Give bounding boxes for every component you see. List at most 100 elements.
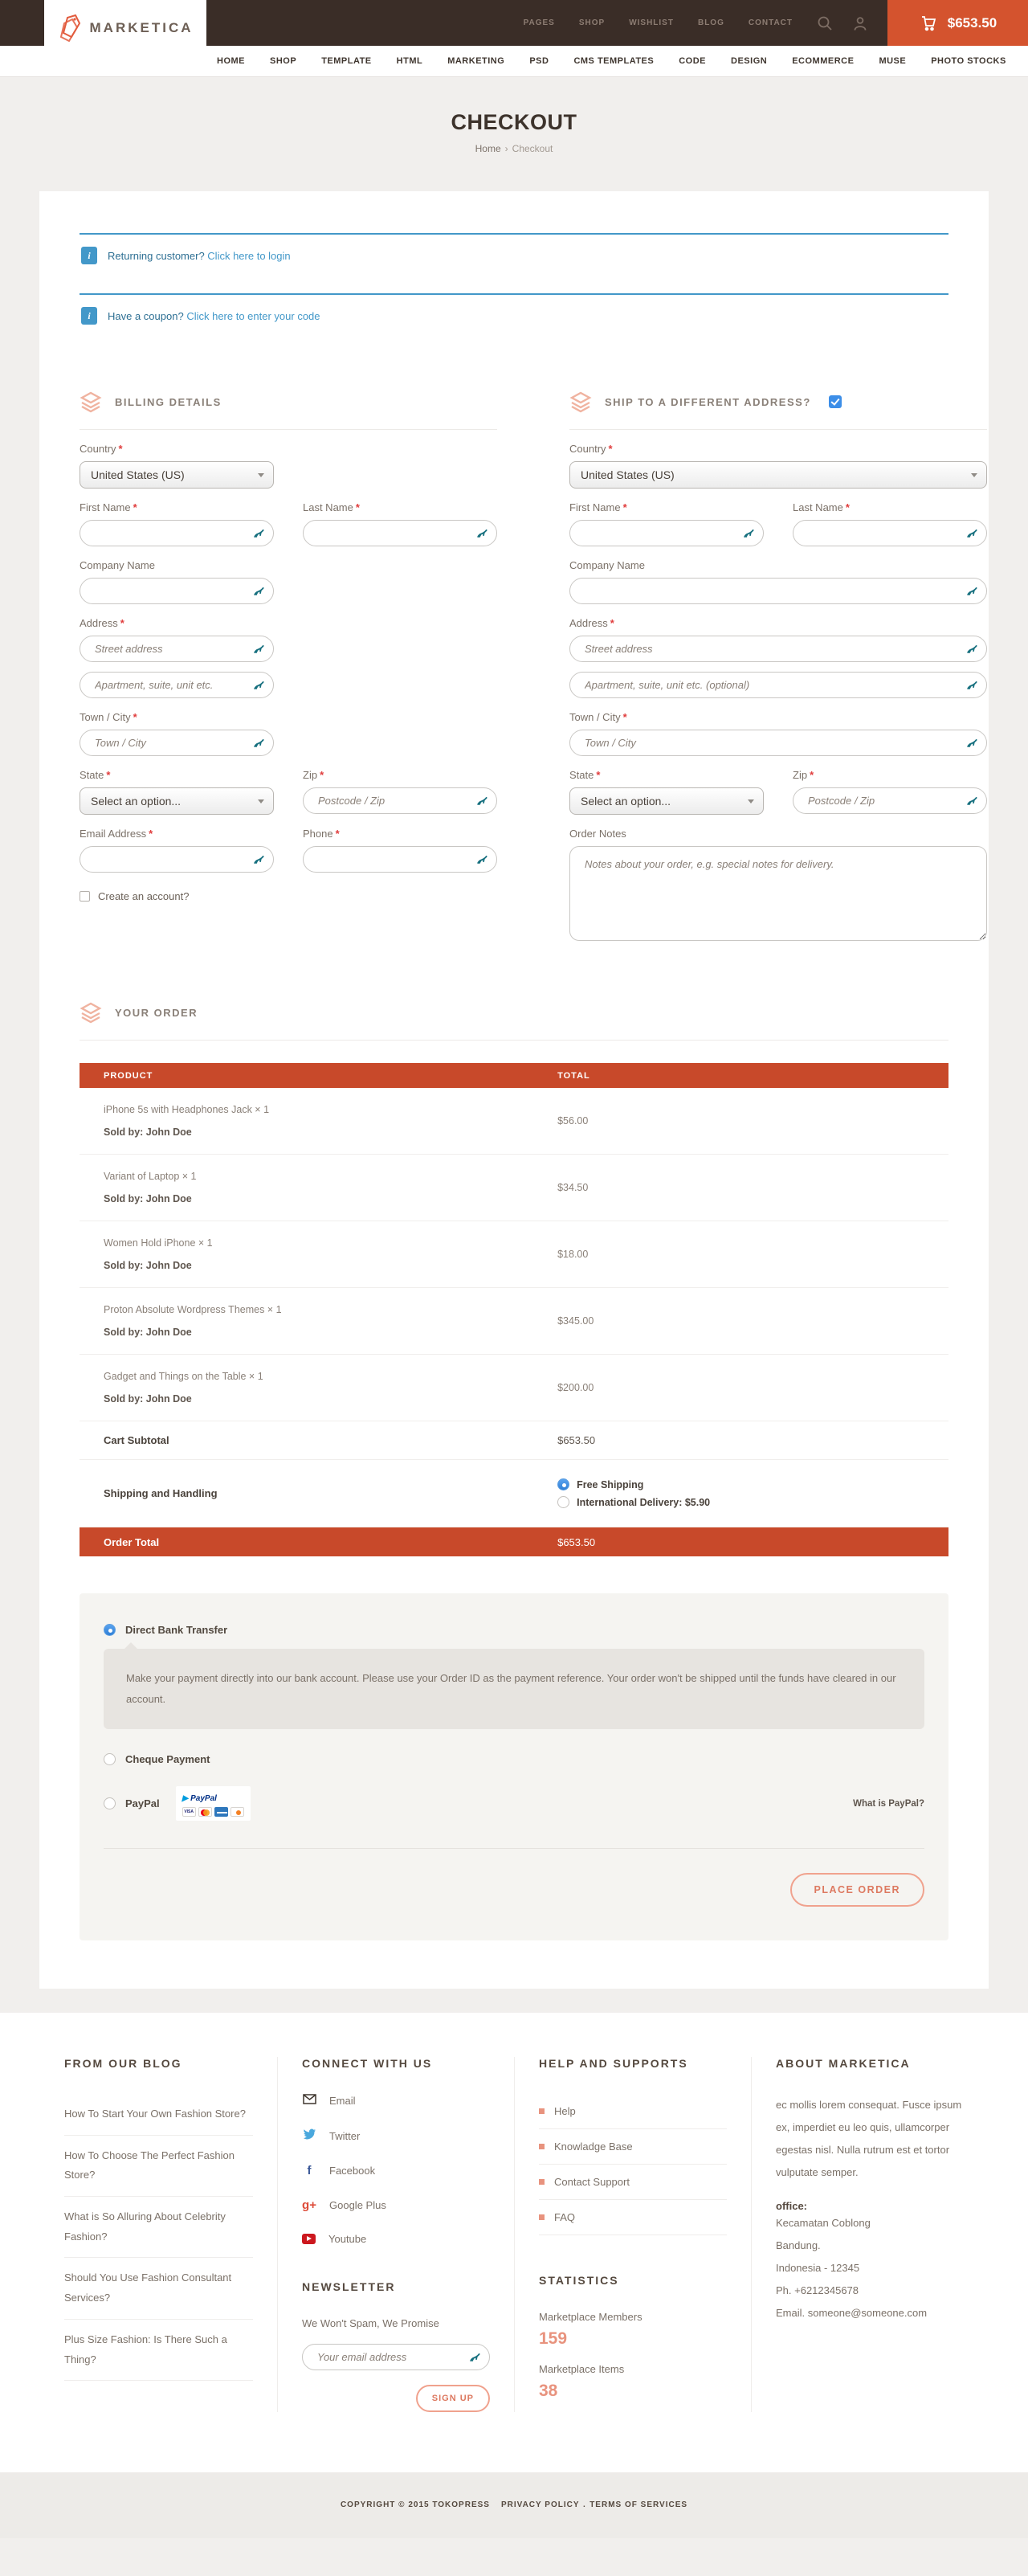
signup-button[interactable]: SIGN UP: [416, 2385, 490, 2412]
blog-post-link[interactable]: How To Choose The Perfect Fashion Store?: [64, 2136, 253, 2197]
radio-unselected-icon[interactable]: [104, 1753, 116, 1765]
blog-post-link[interactable]: Plus Size Fashion: Is There Such a Thing…: [64, 2320, 253, 2381]
shipping-street-address-input[interactable]: [569, 636, 987, 662]
autofill-icon[interactable]: [966, 527, 978, 539]
product-name[interactable]: Proton Absolute Wordpress Themes × 1: [104, 1304, 557, 1315]
payment-method-cheque[interactable]: Cheque Payment: [104, 1753, 924, 1765]
autofill-icon[interactable]: [253, 527, 265, 539]
autofill-icon[interactable]: [966, 679, 978, 691]
autofill-icon[interactable]: [469, 2351, 481, 2363]
shipping-town-input[interactable]: [569, 730, 987, 756]
billing-phone-input[interactable]: [303, 846, 497, 873]
social-link-google-plus[interactable]: g+ Google Plus: [302, 2198, 490, 2212]
billing-zip-input[interactable]: [303, 787, 497, 814]
product-name[interactable]: Women Hold iPhone × 1: [104, 1237, 557, 1249]
order-notes-textarea[interactable]: [569, 846, 987, 941]
cart-button[interactable]: $653.50: [887, 0, 1028, 46]
topbar-link-contact[interactable]: CONTACT: [749, 18, 793, 27]
nav-item-design[interactable]: DESIGN: [731, 56, 767, 66]
shipping-first-name-input[interactable]: [569, 520, 764, 546]
checkbox-unchecked-icon[interactable]: [80, 891, 90, 902]
billing-country-select[interactable]: United States (US): [80, 461, 274, 489]
shipping-company-input[interactable]: [569, 578, 987, 604]
product-name[interactable]: iPhone 5s with Headphones Jack × 1: [104, 1104, 557, 1115]
nav-item-shop[interactable]: SHOP: [270, 56, 296, 66]
social-link-youtube[interactable]: Youtube: [302, 2233, 490, 2245]
shipping-zip-input[interactable]: [793, 787, 987, 814]
breadcrumb-home-link[interactable]: Home: [475, 143, 501, 154]
blog-post-link[interactable]: What is So Alluring About Celebrity Fash…: [64, 2197, 253, 2258]
social-link-email[interactable]: Email: [302, 2094, 490, 2108]
nav-item-cms-templates[interactable]: CMS TEMPLATES: [573, 56, 654, 66]
payment-method-paypal[interactable]: PayPal ▶ PayPal VISA What is PayPal?: [104, 1786, 924, 1821]
login-link[interactable]: Click here to login: [207, 250, 290, 262]
create-account-checkbox[interactable]: Create an account?: [80, 890, 497, 902]
billing-address2-input[interactable]: [80, 672, 274, 698]
what-is-paypal-link[interactable]: What is PayPal?: [853, 1799, 924, 1809]
product-name[interactable]: Variant of Laptop × 1: [104, 1171, 557, 1182]
search-icon[interactable]: [817, 15, 833, 31]
shipping-country-select[interactable]: United States (US): [569, 461, 987, 489]
product-name[interactable]: Gadget and Things on the Table × 1: [104, 1371, 557, 1382]
autofill-icon[interactable]: [476, 795, 488, 807]
ship-different-checkbox[interactable]: [829, 395, 842, 408]
nav-item-template[interactable]: TEMPLATE: [321, 56, 371, 66]
radio-selected-icon[interactable]: [104, 1624, 116, 1636]
nav-item-ecommerce[interactable]: ECOMMERCE: [792, 56, 854, 66]
nav-item-code[interactable]: CODE: [679, 56, 706, 66]
newsletter-email-input[interactable]: [302, 2344, 490, 2370]
nav-item-muse[interactable]: MUSE: [879, 56, 906, 66]
faq-link[interactable]: FAQ: [539, 2200, 727, 2235]
international-delivery-option[interactable]: International Delivery: $5.90: [557, 1496, 710, 1508]
radio-selected-icon[interactable]: [557, 1478, 569, 1490]
contact-support-link[interactable]: Contact Support: [539, 2165, 727, 2200]
billing-state-select[interactable]: Select an option...: [80, 787, 274, 815]
social-link-twitter[interactable]: Twitter: [302, 2128, 490, 2143]
nav-item-psd[interactable]: PSD: [529, 56, 549, 66]
autofill-icon[interactable]: [966, 795, 978, 807]
blog-post-link[interactable]: How To Start Your Own Fashion Store?: [64, 2094, 253, 2136]
radio-unselected-icon[interactable]: [104, 1797, 116, 1809]
nav-item-home[interactable]: HOME: [217, 56, 245, 66]
autofill-icon[interactable]: [966, 737, 978, 749]
billing-town-input[interactable]: [80, 730, 274, 756]
payment-method-bank-transfer[interactable]: Direct Bank Transfer: [104, 1624, 924, 1636]
topbar-link-shop[interactable]: SHOP: [579, 18, 605, 27]
place-order-button[interactable]: PLACE ORDER: [790, 1873, 924, 1907]
billing-company-input[interactable]: [80, 578, 274, 604]
coupon-link[interactable]: Click here to enter your code: [186, 310, 320, 322]
shipping-last-name-input[interactable]: [793, 520, 987, 546]
free-shipping-option[interactable]: Free Shipping: [557, 1478, 710, 1490]
topbar-link-wishlist[interactable]: WISHLIST: [629, 18, 674, 27]
topbar-link-pages[interactable]: PAGES: [524, 18, 555, 27]
user-icon[interactable]: [852, 15, 868, 31]
terms-link[interactable]: Terms of Services: [589, 2500, 687, 2509]
billing-last-name-input[interactable]: [303, 520, 497, 546]
autofill-icon[interactable]: [253, 853, 265, 865]
autofill-icon[interactable]: [253, 643, 265, 655]
autofill-icon[interactable]: [253, 679, 265, 691]
shipping-address2-input[interactable]: [569, 672, 987, 698]
radio-unselected-icon[interactable]: [557, 1496, 569, 1508]
nav-item-marketing[interactable]: MARKETING: [447, 56, 504, 66]
brand-logo[interactable]: MARKETICA: [44, 0, 206, 56]
knowledge-base-link[interactable]: Knowladge Base: [539, 2129, 727, 2165]
privacy-policy-link[interactable]: Privacy Policy: [501, 2500, 580, 2509]
blog-post-link[interactable]: Should You Use Fashion Consultant Servic…: [64, 2258, 253, 2319]
billing-first-name-input[interactable]: [80, 520, 274, 546]
billing-email-input[interactable]: [80, 846, 274, 873]
autofill-icon[interactable]: [743, 527, 755, 539]
autofill-icon[interactable]: [966, 585, 978, 597]
autofill-icon[interactable]: [476, 527, 488, 539]
nav-item-html[interactable]: HTML: [397, 56, 423, 66]
autofill-icon[interactable]: [253, 737, 265, 749]
billing-street-address-input[interactable]: [80, 636, 274, 662]
social-link-facebook[interactable]: f Facebook: [302, 2164, 490, 2177]
shipping-state-select[interactable]: Select an option...: [569, 787, 764, 815]
autofill-icon[interactable]: [966, 643, 978, 655]
help-link[interactable]: Help: [539, 2094, 727, 2129]
topbar-link-blog[interactable]: BLOG: [698, 18, 724, 27]
nav-item-photo-stocks[interactable]: PHOTO STOCKS: [931, 56, 1006, 66]
autofill-icon[interactable]: [253, 585, 265, 597]
autofill-icon[interactable]: [476, 853, 488, 865]
